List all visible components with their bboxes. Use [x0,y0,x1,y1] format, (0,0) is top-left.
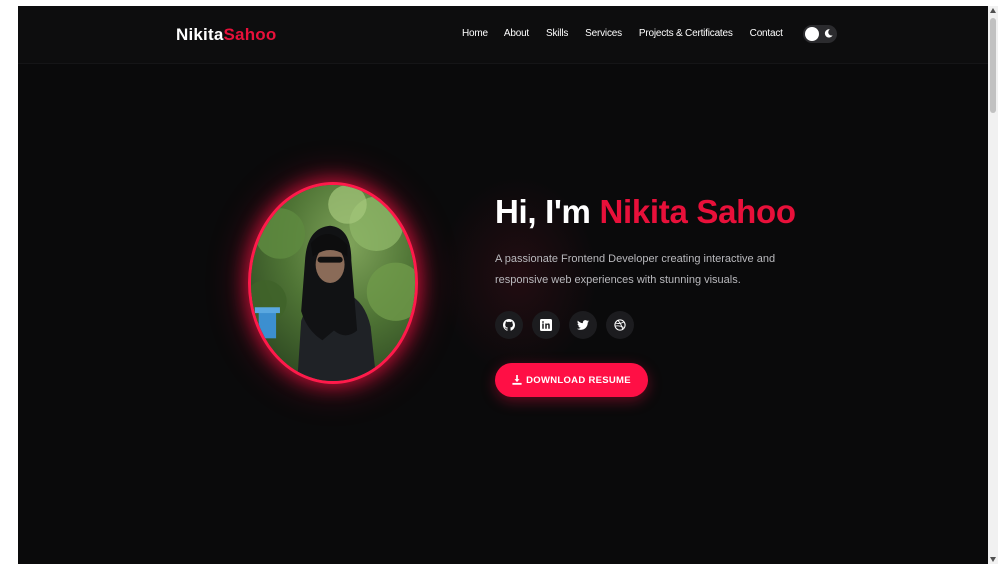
download-resume-label: DOWNLOAD RESUME [526,374,631,386]
github-icon [503,319,515,331]
download-icon [512,375,522,385]
nav-home[interactable]: Home [462,28,488,39]
download-resume-button[interactable]: DOWNLOAD RESUME [495,363,648,397]
scroll-down-arrow[interactable] [990,557,996,562]
nav-services[interactable]: Services [585,28,622,39]
hero-name: Nikita Sahoo [599,193,796,230]
linkedin-link[interactable] [532,311,560,339]
nav-links: Home About Skills Services Projects & Ce… [462,28,800,39]
nav-contact[interactable]: Contact [750,28,783,39]
hero-greeting: Hi, I'm [495,193,591,230]
nav-skills[interactable]: Skills [546,28,568,39]
social-links [495,311,634,339]
linkedin-icon [540,319,552,331]
page-viewport: NikitaSahoo Home About Skills Services P… [18,6,988,564]
logo-first: Nikita [176,25,224,44]
logo[interactable]: NikitaSahoo [176,25,276,45]
twitter-link[interactable] [569,311,597,339]
scroll-up-arrow[interactable] [990,8,996,13]
navbar: NikitaSahoo Home About Skills Services P… [18,6,988,64]
hero-title: Hi, I'm Nikita Sahoo [495,193,796,231]
vertical-scrollbar[interactable] [988,6,998,564]
theme-toggle[interactable] [803,25,837,43]
nav-projects-certificates[interactable]: Projects & Certificates [639,28,733,39]
twitter-icon [577,320,589,330]
scroll-thumb[interactable] [990,18,996,113]
nav-about[interactable]: About [504,28,529,39]
toggle-knob [805,27,819,41]
profile-photo-illustration [251,185,415,381]
profile-photo [248,182,418,384]
moon-icon [824,29,833,38]
dribbble-link[interactable] [606,311,634,339]
hero-description: A passionate Frontend Developer creating… [495,253,776,286]
github-link[interactable] [495,311,523,339]
logo-second: Sahoo [223,25,277,44]
dribbble-icon [614,319,626,331]
